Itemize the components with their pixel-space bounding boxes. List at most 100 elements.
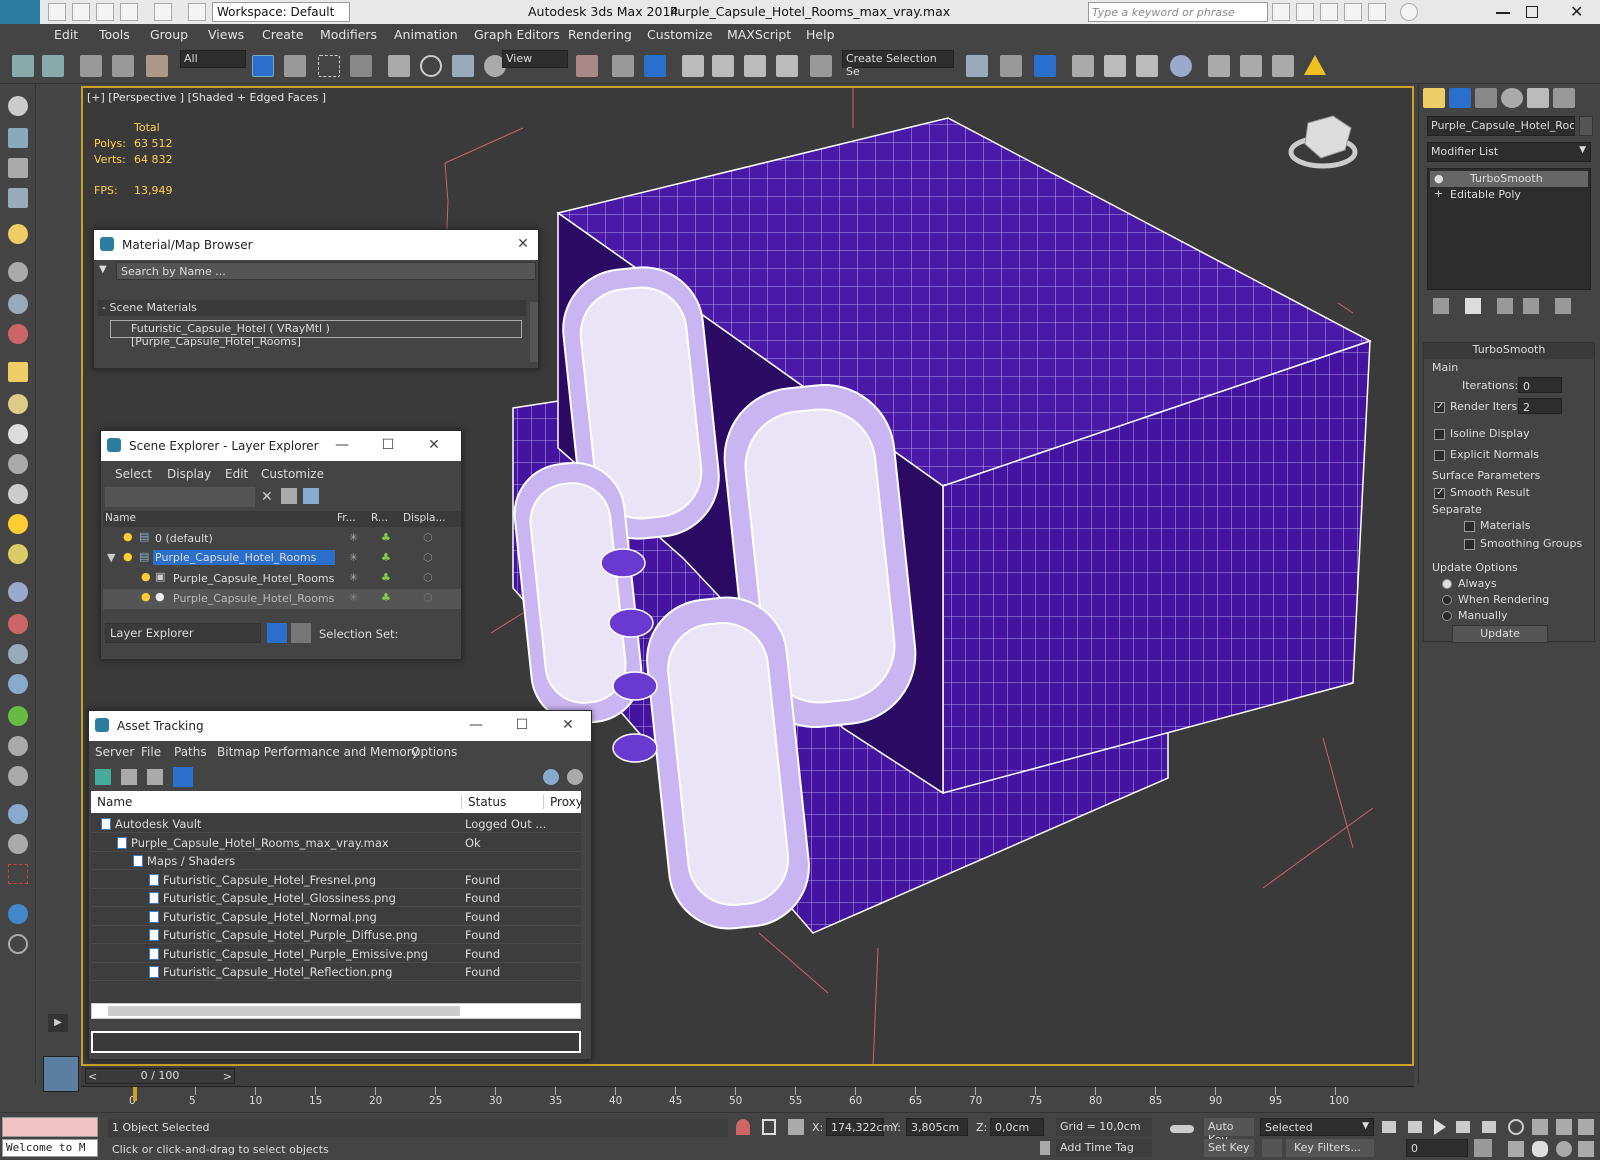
camera-icon[interactable] xyxy=(8,262,28,282)
globe-icon[interactable] xyxy=(8,904,28,924)
plane-icon[interactable] xyxy=(8,362,28,382)
render-teapot-icon[interactable]: ♣ xyxy=(381,591,391,604)
angle-snap-icon[interactable] xyxy=(712,55,734,77)
table-row[interactable]: Autodesk Vault Logged Out ... xyxy=(91,815,581,833)
motion-tab-icon[interactable] xyxy=(1501,88,1523,108)
table-row[interactable]: Maps / Shaders xyxy=(91,852,581,870)
selection-lock-icon[interactable] xyxy=(736,1119,750,1135)
image-icon[interactable] xyxy=(8,128,28,148)
light-bulb-icon[interactable]: ● xyxy=(123,550,133,563)
show-end-result-icon[interactable] xyxy=(1465,298,1481,314)
play-icon[interactable] xyxy=(1434,1119,1446,1135)
turbosmooth-rollout-header[interactable]: TurboSmooth xyxy=(1424,343,1594,359)
ribbon-icon[interactable] xyxy=(1072,55,1094,77)
unlink-icon[interactable] xyxy=(112,55,134,77)
scene-menu-display[interactable]: Display xyxy=(167,467,211,481)
help-icon[interactable] xyxy=(8,934,28,954)
freeze-icon[interactable]: ✳ xyxy=(349,551,358,564)
cone-icon[interactable] xyxy=(8,484,28,504)
current-frame-field[interactable]: 0 xyxy=(1406,1139,1468,1157)
table-row[interactable]: Futuristic_Capsule_Hotel_Purple_Diffuse.… xyxy=(91,926,581,944)
minimize-icon[interactable]: — xyxy=(467,716,485,734)
zoom-all-icon[interactable] xyxy=(1532,1119,1548,1135)
scene-menu-customize[interactable]: Customize xyxy=(261,467,324,481)
asset-menu-bitmap[interactable]: Bitmap Performance and Memory xyxy=(217,745,419,759)
explorer-type-dropdown[interactable]: Layer Explorer xyxy=(105,623,261,643)
redo-icon[interactable] xyxy=(154,3,172,21)
selection-filter-dropdown[interactable]: All xyxy=(180,50,246,68)
material-browser-titlebar[interactable]: Material/Map Browser ✕ xyxy=(94,230,538,260)
always-radio[interactable] xyxy=(1442,579,1452,589)
manually-radio[interactable] xyxy=(1442,611,1452,621)
layers-toggle-icon[interactable] xyxy=(267,623,287,643)
zoom-icon[interactable] xyxy=(1508,1119,1524,1135)
film-icon[interactable] xyxy=(8,324,28,344)
spinner-snap-icon[interactable] xyxy=(776,55,798,77)
select-link-icon[interactable] xyxy=(80,55,102,77)
orbit-icon[interactable] xyxy=(1556,1141,1572,1157)
render-production-icon[interactable] xyxy=(1272,55,1294,77)
subscription-icon[interactable] xyxy=(1296,3,1314,21)
remove-modifier-icon[interactable] xyxy=(1523,298,1539,314)
project-folder-icon[interactable] xyxy=(188,3,206,21)
curve-editor-icon[interactable] xyxy=(1104,55,1126,77)
plant-icon[interactable] xyxy=(8,706,28,726)
isoline-checkbox[interactable] xyxy=(1434,429,1445,440)
close-icon[interactable]: ✕ xyxy=(425,436,443,454)
save-file-icon[interactable] xyxy=(96,3,114,21)
expand-plus-icon[interactable]: + xyxy=(1434,187,1443,200)
maxscript-listener[interactable] xyxy=(2,1117,98,1137)
named-selection-dropdown[interactable]: Create Selection Se xyxy=(842,50,954,78)
object-color-swatch[interactable] xyxy=(1579,116,1593,136)
light-bulb-icon[interactable]: ● xyxy=(141,570,151,583)
time-tag-icon[interactable] xyxy=(1040,1141,1050,1155)
render-setup-icon[interactable] xyxy=(1208,55,1230,77)
sphere-icon[interactable] xyxy=(8,544,28,564)
object-name-field[interactable]: Purple_Capsule_Hotel_Rooms xyxy=(1427,116,1575,136)
bind-space-warp-icon[interactable] xyxy=(146,55,168,77)
favorites-star-icon[interactable] xyxy=(1344,3,1362,21)
scene-materials-header[interactable]: - Scene Materials xyxy=(98,300,526,316)
table-row[interactable]: ● ● Purple_Capsule_Hotel_Rooms ✳ ♣ ⬡ xyxy=(103,589,461,609)
vault-help-icon[interactable] xyxy=(543,769,559,785)
menu-views[interactable]: Views xyxy=(208,27,244,42)
table-row[interactable]: Futuristic_Capsule_Hotel_Purple_Emissive… xyxy=(91,945,581,963)
update-button[interactable]: Update xyxy=(1452,625,1548,643)
menu-animation[interactable]: Animation xyxy=(394,27,458,42)
grid-icon[interactable] xyxy=(8,188,28,208)
go-to-end-icon[interactable] xyxy=(1482,1121,1496,1133)
maximize-button[interactable] xyxy=(1526,6,1538,18)
percent-snap-icon[interactable] xyxy=(744,55,766,77)
select-object-icon[interactable] xyxy=(252,55,274,77)
table-row[interactable]: ▼ ● ▤ Purple_Capsule_Hotel_Rooms ✳ ♣ ⬡ xyxy=(103,549,461,569)
close-icon[interactable]: ✕ xyxy=(559,716,577,734)
light-bulb-icon[interactable]: ● xyxy=(141,590,151,603)
close-search-icon[interactable] xyxy=(1368,3,1386,21)
table-row[interactable]: Futuristic_Capsule_Hotel_Fresnel.png Foun… xyxy=(91,871,581,889)
keyboard-shortcut-icon[interactable] xyxy=(644,55,666,77)
col-render[interactable]: R... xyxy=(371,512,388,524)
create-tab-icon[interactable] xyxy=(1423,88,1445,108)
display-icon[interactable]: ⬡ xyxy=(423,591,433,604)
object-paint-icon[interactable] xyxy=(8,766,28,786)
menu-group[interactable]: Group xyxy=(150,27,188,42)
expand-arrow-icon[interactable]: ▶ xyxy=(48,1014,68,1032)
lock-icon[interactable] xyxy=(762,1119,776,1135)
when-rendering-radio[interactable] xyxy=(1442,595,1452,605)
window-crossing-icon[interactable] xyxy=(350,55,372,77)
table-row[interactable]: Futuristic_Capsule_Hotel_Reflection.png F… xyxy=(91,963,581,981)
smoothing-groups-checkbox[interactable] xyxy=(1464,539,1475,550)
field-of-view-icon[interactable] xyxy=(1508,1141,1524,1157)
gear-icon[interactable] xyxy=(8,674,28,694)
table-view-icon[interactable] xyxy=(173,767,193,787)
workspace-dropdown[interactable]: Workspace: Default xyxy=(212,2,350,22)
menu-help[interactable]: Help xyxy=(806,27,835,42)
zoom-extents-all-icon[interactable] xyxy=(1578,1119,1594,1135)
dynamics-icon[interactable] xyxy=(8,614,28,634)
warning-icon[interactable] xyxy=(1304,55,1326,75)
undo-icon[interactable] xyxy=(12,55,34,77)
select-by-name-icon[interactable] xyxy=(284,55,306,77)
render-iters-spinner[interactable]: 2 xyxy=(1518,398,1562,414)
current-frame-marker[interactable] xyxy=(133,1087,137,1101)
display-icon[interactable]: ⬡ xyxy=(423,531,433,544)
